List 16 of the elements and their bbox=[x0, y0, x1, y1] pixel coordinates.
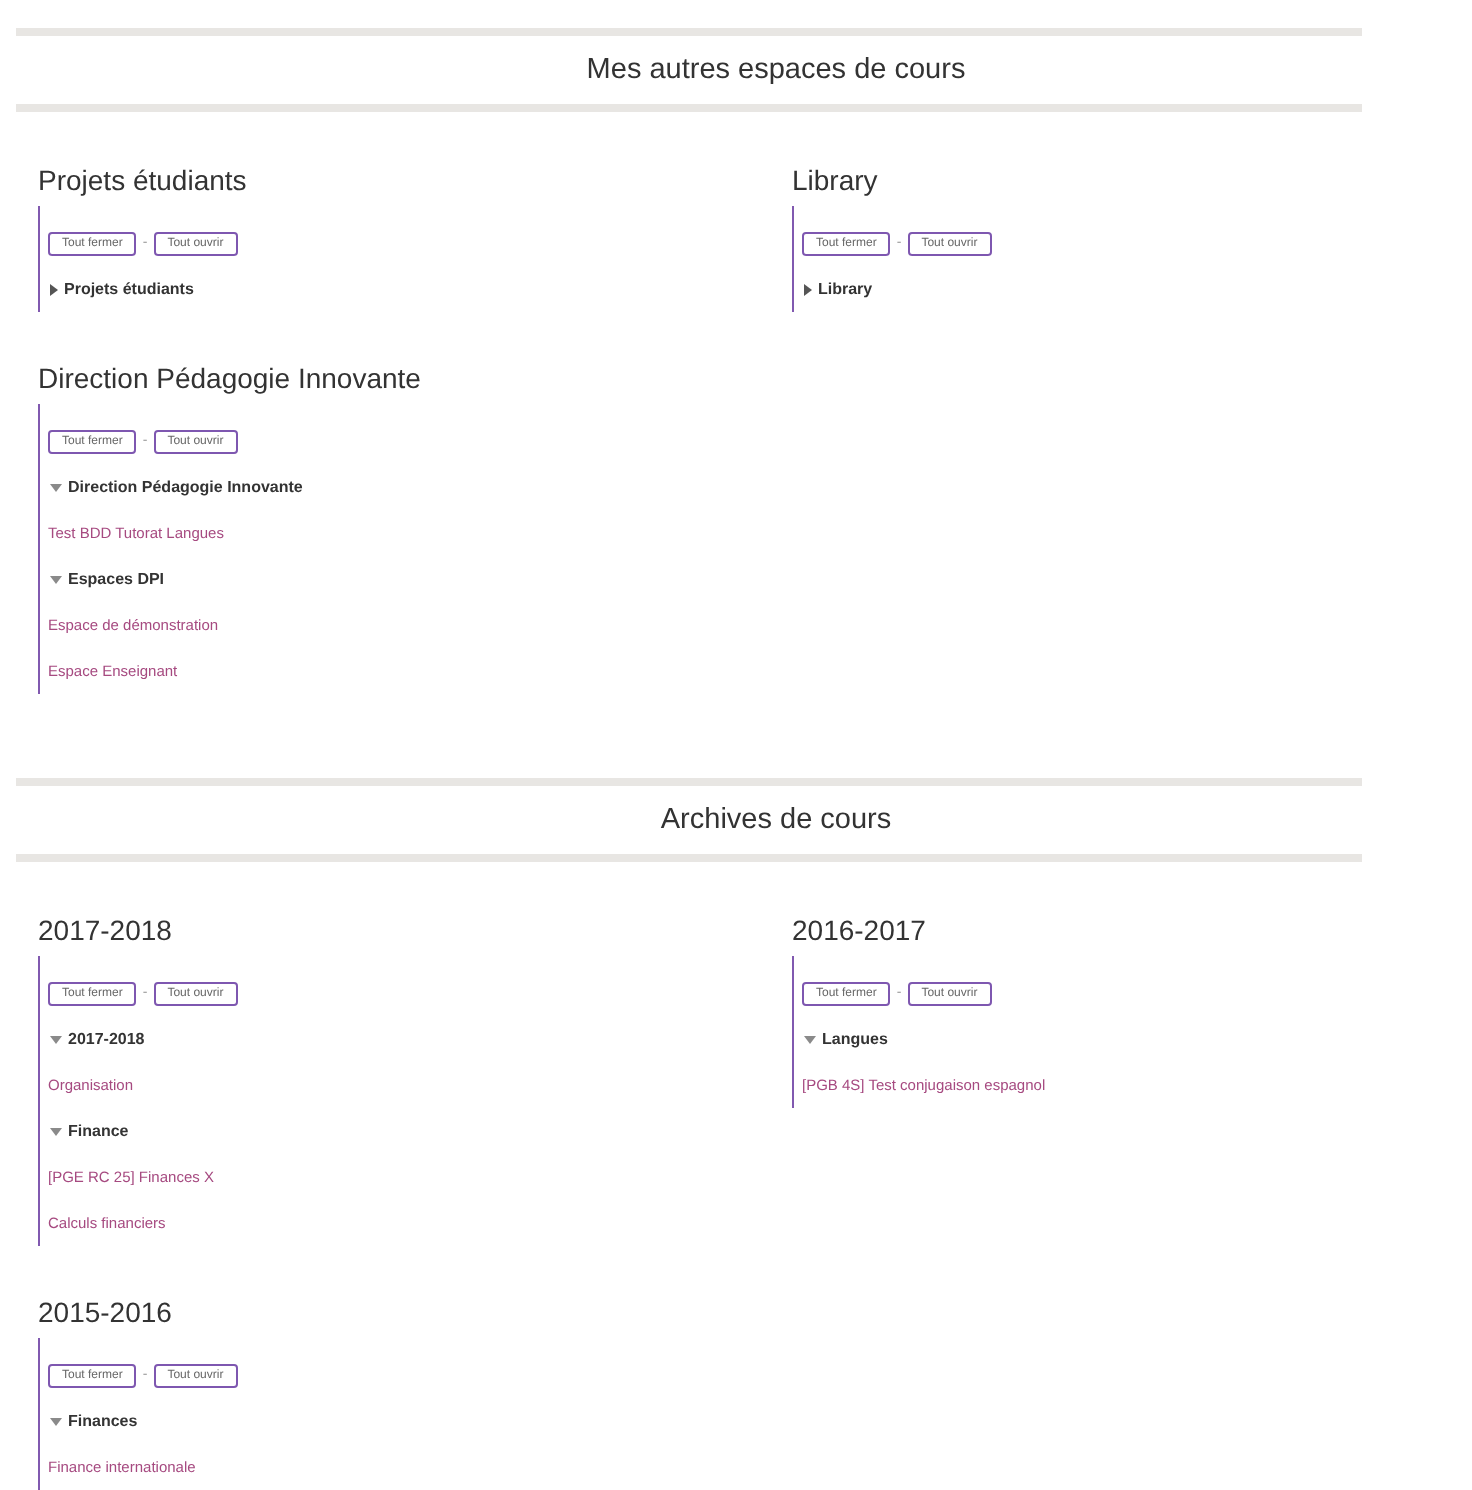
category-toggle[interactable]: 2017-2018 bbox=[50, 1029, 145, 1049]
category-heading: 2016-2017 bbox=[792, 912, 928, 950]
category-toggle[interactable]: Projets étudiants bbox=[50, 279, 194, 299]
category-heading: Direction Pédagogie Innovante bbox=[38, 360, 423, 398]
section-title: Archives de cours bbox=[660, 802, 892, 840]
category-heading: 2015-2016 bbox=[38, 1294, 174, 1332]
category-heading: Library bbox=[792, 162, 880, 200]
category-toggle[interactable]: Finance bbox=[50, 1121, 129, 1141]
section-title: Mes autres espaces de cours bbox=[586, 52, 966, 90]
category-toggle[interactable]: Finances bbox=[50, 1411, 138, 1431]
category-toggle[interactable]: Direction Pédagogie Innovante bbox=[50, 477, 303, 497]
category-heading: 2017-2018 bbox=[38, 912, 174, 950]
category-toggle[interactable]: Langues bbox=[804, 1029, 888, 1049]
category-toggle[interactable]: Library bbox=[804, 279, 873, 299]
category-toggle[interactable]: Espaces DPI bbox=[50, 569, 165, 589]
category-heading: Projets étudiants bbox=[38, 162, 249, 200]
